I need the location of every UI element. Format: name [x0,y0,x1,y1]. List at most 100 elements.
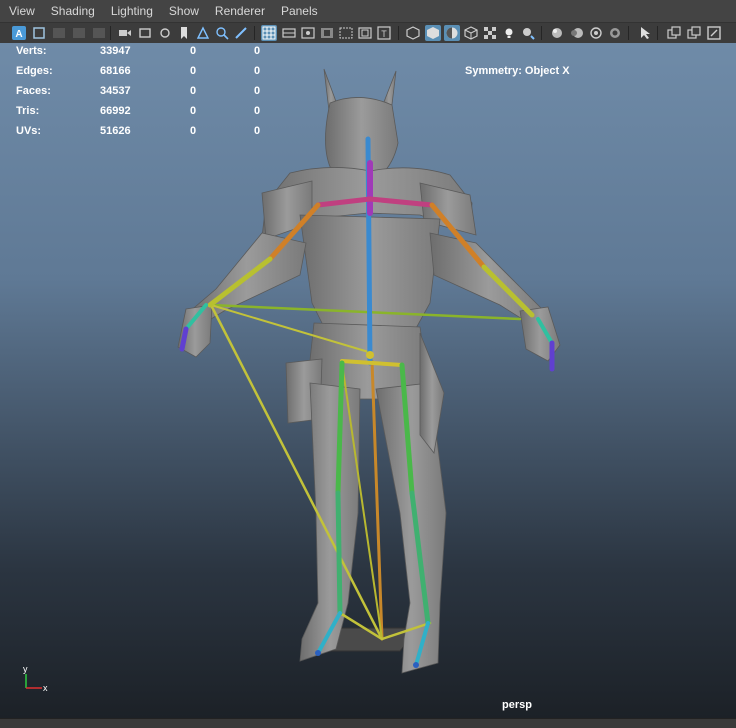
multisample-button[interactable] [588,25,604,41]
bookmark-icon [181,27,187,39]
axis-y-label: y [23,664,28,674]
smooth-shade-button[interactable] [425,25,441,41]
2d-pan-zoom-icon [216,27,229,40]
menu-shading[interactable]: Shading [43,0,103,22]
film-gate-button[interactable] [281,25,297,41]
svg-text:A: A [15,29,22,40]
isolate-select-icon [641,27,650,39]
menu-view[interactable]: View [0,0,43,22]
symmetry-label: Symmetry: Object X [465,65,570,77]
wireframe-on-shaded-icon [446,27,458,39]
svg-text:T: T [381,29,387,39]
camera-attributes-icon [119,30,131,36]
2d-pan-zoom-button[interactable] [214,25,230,41]
camera-icon [139,28,151,38]
isolate-select-button[interactable] [637,25,653,41]
hud-value: 0 [190,105,197,117]
field-chart-button[interactable] [338,25,354,41]
gate-mask-icon [321,28,333,38]
box-icon [73,28,85,38]
menu-renderer[interactable]: Renderer [207,0,273,22]
multisample-icon [590,27,602,39]
depth-of-field-button[interactable] [607,25,623,41]
grid-icon [262,26,276,40]
grid-button[interactable] [261,25,277,41]
hud-value: 51626 [100,125,131,137]
wireframe-icon [406,26,420,40]
toolbar-separator [541,26,542,40]
view-axis-icon: y x [23,664,48,693]
camera-attributes-button[interactable] [117,25,133,41]
use-lights-icon [505,28,513,38]
screen-space-ao-button[interactable] [549,25,565,41]
field-chart-icon [339,27,353,39]
safe-title-button[interactable]: T [376,25,392,41]
hud-value: 0 [254,105,261,117]
textured-icon [464,26,478,40]
select-camera-button[interactable] [31,25,47,41]
character-scene [177,68,561,674]
camera-name-label: persp [502,699,532,711]
select-camera-icon [33,27,45,39]
toolbar-separator [110,26,111,40]
menu-show[interactable]: Show [161,0,207,22]
hud-value: 0 [190,45,197,57]
hud-value: 66992 [100,105,131,117]
resolution-gate-icon [301,27,315,39]
box-icon [93,28,105,38]
motion-blur-button[interactable] [569,25,585,41]
panel-layout-button[interactable] [666,25,682,41]
menu-panels[interactable]: Panels [273,0,326,22]
camera2-button[interactable] [157,25,173,41]
screen-space-ao-icon [552,28,562,38]
toolbar-separator [254,26,255,40]
shadows-button[interactable] [520,25,536,41]
checker-icon [484,27,496,39]
use-lights-button[interactable] [501,25,517,41]
tool-box3-button[interactable] [91,25,107,41]
hud-value: 0 [190,125,197,137]
menu-lighting[interactable]: Lighting [103,0,161,22]
image-plane-icon [196,26,210,39]
toolbar-separator [398,26,399,40]
hud-label: Verts: [16,45,47,57]
hud-label: Tris: [16,105,40,117]
toolbar-separator [657,26,658,40]
resolution-gate-button[interactable] [300,25,316,41]
film-gate-icon [282,28,296,38]
tool-box2-button[interactable] [71,25,87,41]
camera-button[interactable] [137,25,153,41]
hud-value: 0 [254,125,261,137]
depth-of-field-icon [610,28,620,38]
safe-title-icon: T [377,26,391,40]
maximize-icon [707,26,721,40]
hud-value: 68166 [100,65,131,77]
checker-button[interactable] [482,25,498,41]
hud-value: 0 [254,45,261,57]
grease-pencil-button[interactable] [233,25,249,41]
3d-viewport[interactable]: Verts: 33947 0 0 Edges: 68166 0 0 Faces:… [0,43,736,718]
maximize-button[interactable] [706,25,722,41]
hud-value: 0 [190,65,197,77]
hud-value: 0 [254,65,261,77]
tool-box-button[interactable] [51,25,67,41]
gate-mask-button[interactable] [319,25,335,41]
image-plane-button[interactable] [195,25,211,41]
panel-layout2-button[interactable] [686,25,702,41]
safe-action-button[interactable] [357,25,373,41]
hud-label: Faces: [16,85,51,97]
hud-value: 34537 [100,85,131,97]
hud-value: 33947 [100,45,131,57]
wireframe-button[interactable] [405,25,421,41]
camera-icon [160,28,170,38]
bookmark-button[interactable] [176,25,192,41]
shadows-icon [523,28,535,40]
tool-a-button[interactable]: A [11,25,27,41]
textured-button[interactable] [463,25,479,41]
wireframe-on-shaded-button[interactable] [444,25,460,41]
safe-action-icon [358,27,372,39]
panel-layout-icon [687,26,701,39]
panel-layout-icon [667,26,681,39]
toolbar-separator [628,26,629,40]
skeleton-joints[interactable] [179,136,555,667]
